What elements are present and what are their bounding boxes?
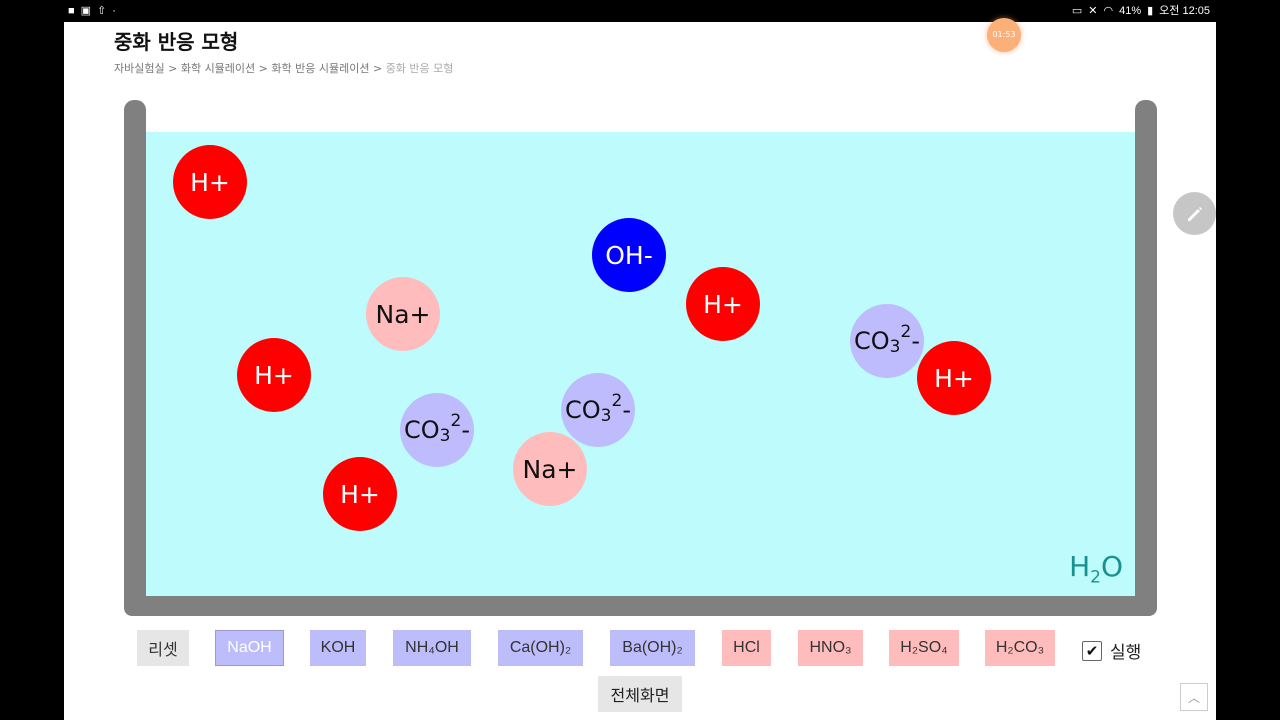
chevron-up-icon: ︿ [1187,690,1200,705]
co3-ion: CO 3 2- [850,304,924,378]
pencil-icon [1187,206,1202,221]
breadcrumb-item[interactable]: 화학 반응 시뮬레이션 [271,62,369,75]
h2co3-button[interactable]: H₂CO₃ [985,630,1055,666]
breadcrumb-separator: > [369,62,386,75]
h-ion: H+ [917,341,991,415]
caoh2-button[interactable]: Ca(OH)₂ [498,630,583,666]
edit-button[interactable] [1173,192,1216,235]
h-ion: H+ [323,457,397,531]
run-checkbox[interactable]: ✔ [1082,640,1102,661]
scroll-top-button[interactable]: ︿ [1180,683,1208,711]
beaker-wall-left [124,100,146,616]
h-ion: H+ [173,145,247,219]
page: 중화 반응 모형 자바실험실 > 화학 시뮬레이션 > 화학 반응 시뮬레이션 … [64,18,1216,720]
baoh2-button[interactable]: Ba(OH)₂ [610,630,695,666]
reset-button[interactable]: 리셋 [137,630,189,666]
solvent-label: H2O [1069,550,1123,588]
fullscreen-button[interactable]: 전체화면 [598,676,682,712]
status-right: ▭ ✕ ◠ 41% ▮ 오전 12:05 [1072,4,1210,18]
breadcrumb-separator: > [164,62,181,75]
hno3-button[interactable]: HNO₃ [798,630,863,666]
water-area: H+ OH- H+ Na+ CO 3 2- H+ H+ CO 3 2- CO 3 2- Na… [146,132,1135,596]
naoh-button[interactable]: NaOH [215,630,284,666]
dot-icon: · [112,5,116,17]
co3-ion: CO 3 2- [561,373,635,447]
run-toggle[interactable]: ✔ 실행 [1082,638,1141,663]
recording-timer[interactable]: 01:53 [987,18,1021,52]
co3-ion: CO 3 2- [400,393,474,467]
oh-ion: OH- [592,218,666,292]
breadcrumb-current: 중화 반응 모형 [385,62,454,75]
cast-icon: ▭ [1071,5,1083,17]
nh4oh-button[interactable]: NH₄OH [393,630,471,666]
run-label: 실행 [1110,643,1142,663]
beaker-wall-bottom [124,596,1157,616]
breadcrumb-item[interactable]: 화학 시뮬레이션 [181,62,255,75]
h-ion: H+ [237,338,311,412]
status-left-icons: ■ ▣ ⇧ · [68,4,116,18]
hcl-button[interactable]: HCl [722,630,771,666]
battery-text: 41% [1119,5,1142,17]
koh-button[interactable]: KOH [310,630,366,666]
wifi-icon: ◠ [1103,5,1114,17]
na-ion: Na+ [366,277,440,351]
page-title: 중화 반응 모형 [114,30,239,54]
breadcrumb: 자바실험실 > 화학 시뮬레이션 > 화학 반응 시뮬레이션 > 중화 반응 모… [114,60,453,76]
h-ion: H+ [686,267,760,341]
na-ion: Na+ [513,432,587,506]
beaker-wall-right [1135,100,1157,616]
h2so4-button[interactable]: H₂SO₄ [889,630,959,666]
breadcrumb-item[interactable]: 자바실험실 [114,62,165,75]
beaker: H+ OH- H+ Na+ CO 3 2- H+ H+ CO 3 2- CO 3 2- Na… [124,100,1157,616]
clock: 오전 12:05 [1159,5,1210,17]
breadcrumb-separator: > [255,62,272,75]
mute-icon: ✕ [1088,5,1098,17]
gallery-icon: ▣ [80,5,92,17]
video-icon: ■ [68,5,75,17]
battery-icon: ▮ [1147,5,1154,17]
status-bar: ■ ▣ ⇧ · ▭ ✕ ◠ 41% ▮ 오전 12:05 [0,0,1280,22]
upload-icon: ⇧ [97,5,107,17]
